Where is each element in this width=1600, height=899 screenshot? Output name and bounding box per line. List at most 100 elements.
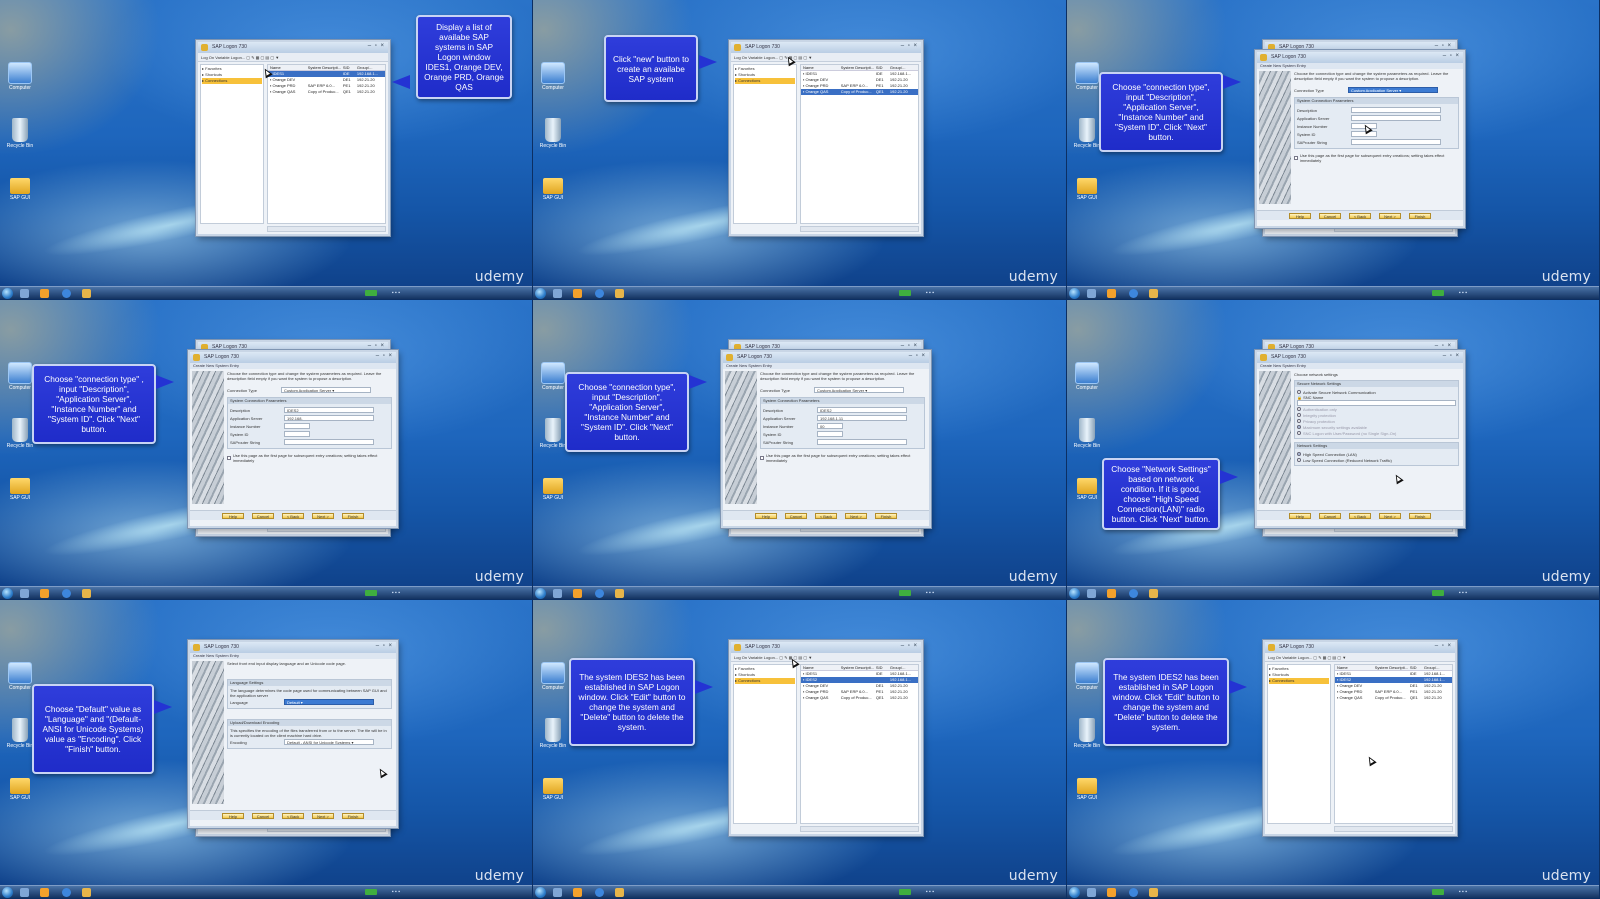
explorer-taskbar-icon[interactable]	[20, 589, 29, 598]
explorer-taskbar-icon[interactable]	[20, 289, 29, 298]
application-server-field[interactable]: 192.168.	[284, 415, 374, 421]
next-button[interactable]: Next >	[1379, 513, 1401, 519]
media-taskbar-icon[interactable]	[573, 888, 582, 897]
window-controls[interactable]: – ▫ ×	[1435, 343, 1452, 349]
horizontal-scrollbar[interactable]	[1334, 826, 1453, 832]
tree-item[interactable]: ▸ Connections	[735, 78, 795, 84]
window-controls[interactable]: – ▫ ×	[376, 643, 393, 649]
recycle-bin-icon[interactable]: Recycle Bin	[1072, 118, 1102, 149]
help-button[interactable]: Help	[1289, 513, 1311, 519]
folder-icon[interactable]: SAP GUI	[538, 178, 568, 201]
saprouter-field[interactable]	[1351, 139, 1441, 145]
toolbar-icons[interactable]: ▢ ✎ ▦ ▢ ▤ ▢ ▼	[1313, 655, 1346, 660]
system-id-field[interactable]	[284, 431, 310, 437]
cancel-button[interactable]: Cancel	[785, 513, 807, 519]
cancel-button[interactable]: Cancel	[252, 813, 274, 819]
help-button[interactable]: Help	[222, 513, 244, 519]
column-header[interactable]: System Descripti...	[841, 665, 876, 670]
ie-taskbar-icon[interactable]	[595, 589, 604, 598]
system-id-field[interactable]	[817, 431, 843, 437]
start-button[interactable]	[2, 887, 13, 898]
instance-number-field[interactable]	[284, 423, 310, 429]
ie-taskbar-icon[interactable]	[1129, 589, 1138, 598]
window-controls[interactable]: – ▫ ×	[1435, 43, 1452, 49]
column-header[interactable]: Group/...	[1424, 665, 1447, 670]
application-server-field[interactable]: 192.168.1.11	[817, 415, 907, 421]
media-taskbar-icon[interactable]	[40, 589, 49, 598]
cancel-button[interactable]: Cancel	[252, 513, 274, 519]
description-field[interactable]	[1351, 107, 1441, 113]
radio-dot[interactable]	[1297, 452, 1301, 456]
description-field[interactable]: IDES2	[817, 407, 907, 413]
checkbox-box[interactable]	[227, 456, 231, 460]
column-header[interactable]: Name	[801, 665, 841, 670]
recycle-bin-icon[interactable]: Recycle Bin	[1072, 718, 1102, 749]
computer-icon[interactable]: Computer	[5, 62, 35, 91]
checkbox-box[interactable]	[1294, 156, 1298, 160]
recycle-bin-icon[interactable]: Recycle Bin	[1072, 418, 1102, 449]
table-row[interactable]: ▪ Orange QAS Copy of Produc...QE1 192.21.2…	[801, 695, 918, 701]
help-button[interactable]: Help	[1289, 213, 1311, 219]
recycle-bin-icon[interactable]: Recycle Bin	[5, 718, 35, 749]
back-button[interactable]: < Back	[282, 513, 304, 519]
low-speed-radio[interactable]: Low Speed Connection (Reduced Network Tr…	[1297, 457, 1456, 463]
start-button[interactable]	[2, 588, 13, 599]
finish-button[interactable]: Finish	[1409, 213, 1431, 219]
description-field[interactable]: IDES2	[284, 407, 374, 413]
explorer-taskbar-icon[interactable]	[20, 888, 29, 897]
explorer-taskbar-icon[interactable]	[553, 589, 562, 598]
column-header[interactable]: System Descripti...	[308, 65, 343, 70]
folder-icon[interactable]: SAP GUI	[1072, 778, 1102, 801]
connection-type-select[interactable]: Custom Application Server ▾	[814, 387, 904, 393]
variable-logon-button[interactable]: Variable Logon...	[748, 55, 779, 60]
media-taskbar-icon[interactable]	[1107, 289, 1116, 298]
checkbox-box[interactable]	[760, 456, 764, 460]
computer-icon[interactable]: Computer	[5, 662, 35, 691]
start-button[interactable]	[535, 588, 546, 599]
window-controls[interactable]: – ▫ ×	[368, 343, 385, 349]
checkbox-box[interactable]	[1297, 390, 1301, 394]
sap-taskbar-icon[interactable]	[1149, 589, 1158, 598]
computer-icon[interactable]: Computer	[1072, 62, 1102, 91]
explorer-taskbar-icon[interactable]	[553, 289, 562, 298]
window-controls[interactable]: – ▫ ×	[368, 43, 385, 49]
encoding-select[interactable]: Default - ANSI for Unicode Systems ▾	[284, 739, 374, 745]
column-header[interactable]: Group/...	[890, 665, 913, 670]
folder-icon[interactable]: SAP GUI	[5, 478, 35, 501]
computer-icon[interactable]: Computer	[538, 362, 568, 391]
finish-button[interactable]: Finish	[1409, 513, 1431, 519]
horizontal-scrollbar[interactable]	[267, 226, 386, 232]
application-server-field[interactable]	[1351, 115, 1441, 121]
column-header[interactable]: SID	[343, 65, 357, 70]
sap-taskbar-icon[interactable]	[1149, 888, 1158, 897]
recycle-bin-icon[interactable]: Recycle Bin	[538, 118, 568, 149]
tree-item[interactable]: ▸ Connections	[1269, 678, 1329, 684]
window-controls[interactable]: – ▫ ×	[1435, 643, 1452, 649]
folder-icon[interactable]: SAP GUI	[538, 478, 568, 501]
finish-button[interactable]: Finish	[875, 513, 897, 519]
recycle-bin-icon[interactable]: Recycle Bin	[538, 418, 568, 449]
start-button[interactable]	[1069, 288, 1080, 299]
start-button[interactable]	[1069, 588, 1080, 599]
window-controls[interactable]: – ▫ ×	[901, 43, 918, 49]
folder-icon[interactable]: SAP GUI	[5, 178, 35, 201]
next-button[interactable]: Next >	[845, 513, 867, 519]
computer-icon[interactable]: Computer	[538, 62, 568, 91]
back-button[interactable]: < Back	[282, 813, 304, 819]
back-button[interactable]: < Back	[815, 513, 837, 519]
radio-dot[interactable]	[1297, 413, 1301, 417]
horizontal-scrollbar[interactable]	[800, 826, 919, 832]
sap-taskbar-icon[interactable]	[615, 289, 624, 298]
sso-checkbox[interactable]: SNC Logon with User/Password (no Single …	[1297, 430, 1456, 436]
first-page-checkbox[interactable]: Use this page as the first page for subs…	[1294, 153, 1459, 163]
recycle-bin-icon[interactable]: Recycle Bin	[5, 418, 35, 449]
explorer-taskbar-icon[interactable]	[1087, 589, 1096, 598]
start-button[interactable]	[535, 288, 546, 299]
recycle-bin-icon[interactable]: Recycle Bin	[5, 118, 35, 149]
back-button[interactable]: < Back	[1349, 213, 1371, 219]
next-button[interactable]: Next >	[312, 813, 334, 819]
finish-button[interactable]: Finish	[342, 513, 364, 519]
first-page-checkbox[interactable]: Use this page as the first page for subs…	[760, 453, 925, 463]
computer-icon[interactable]: Computer	[1072, 662, 1102, 691]
help-button[interactable]: Help	[222, 813, 244, 819]
